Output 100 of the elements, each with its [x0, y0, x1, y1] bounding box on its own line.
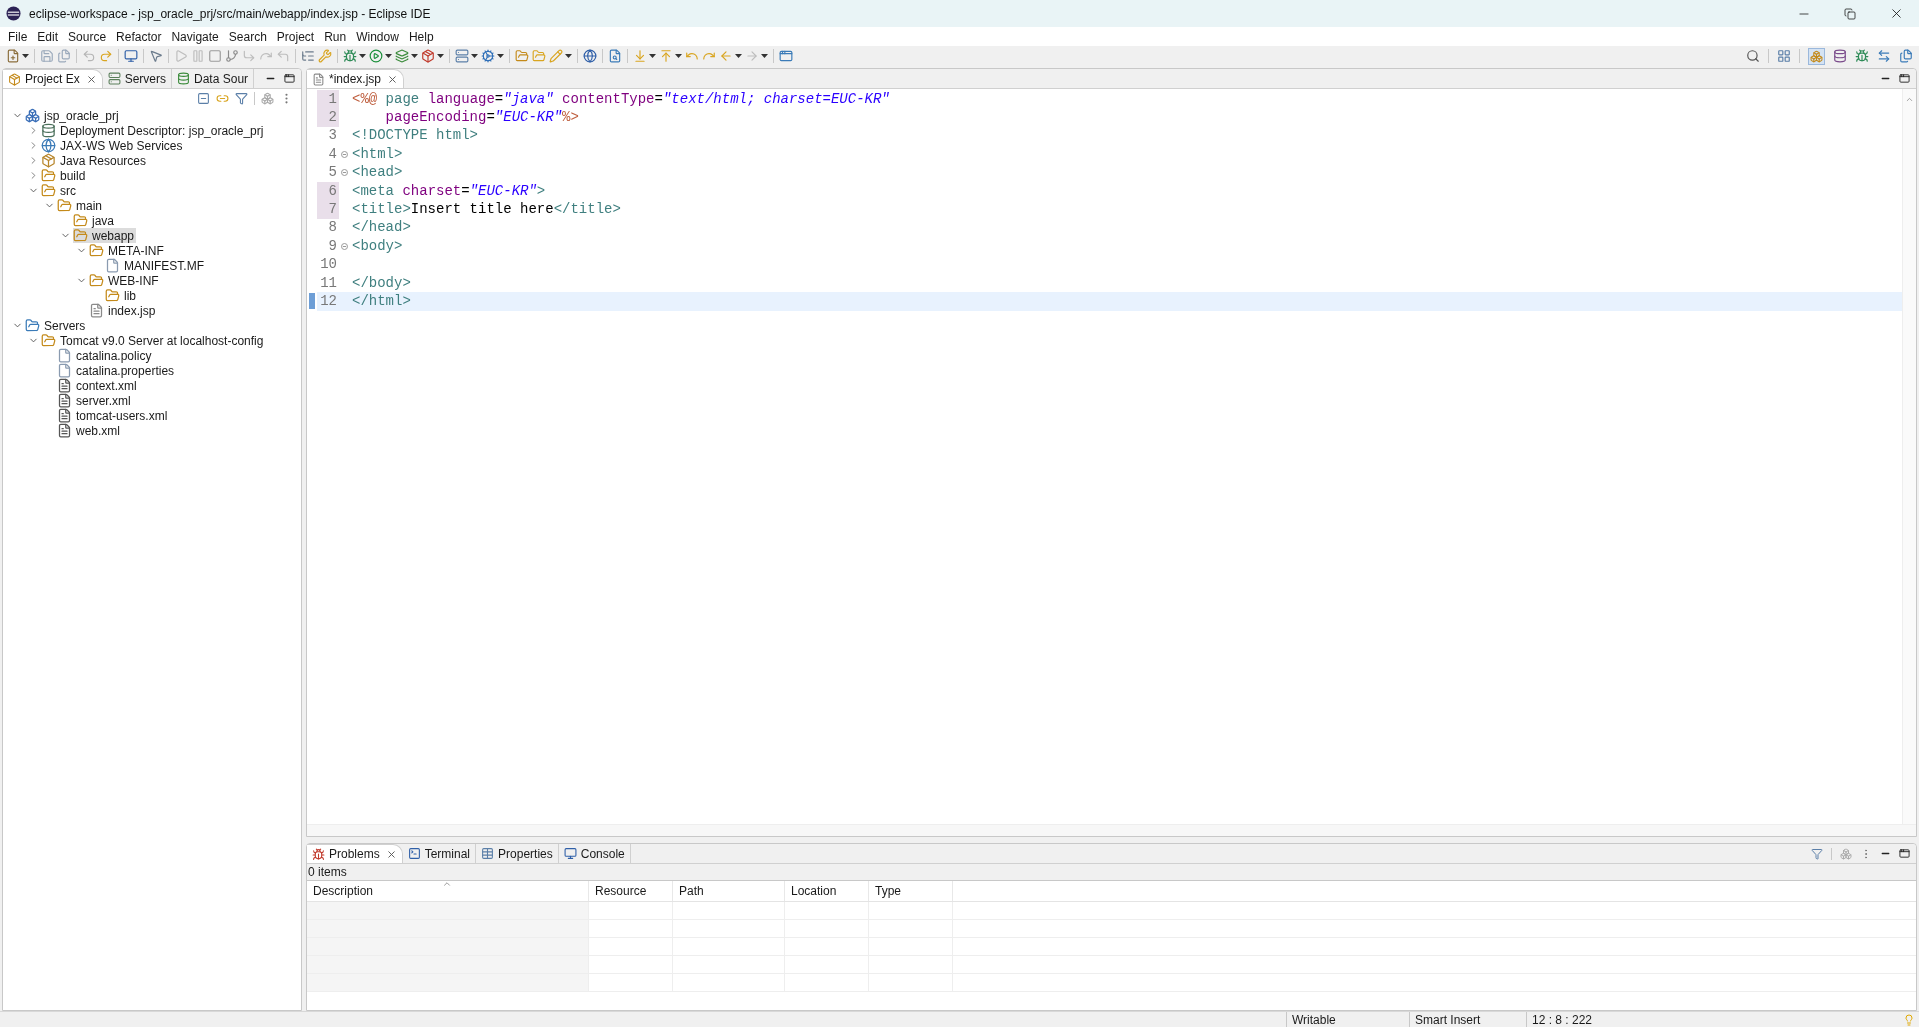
stop-icon[interactable] — [208, 49, 222, 63]
fold-icon[interactable] — [341, 242, 348, 250]
redo-icon[interactable] — [99, 49, 113, 63]
fold-icon[interactable] — [341, 150, 348, 158]
tree-item[interactable]: src — [41, 183, 78, 198]
caret-icon[interactable] — [649, 54, 656, 58]
open-folder-icon[interactable] — [532, 49, 546, 63]
column-header[interactable]: Description — [307, 881, 589, 901]
menu-item[interactable]: Navigate — [166, 27, 224, 46]
folder-icon[interactable] — [515, 49, 529, 63]
filter-icon[interactable] — [1811, 847, 1823, 860]
database-icon[interactable] — [1833, 49, 1847, 63]
step-into-icon[interactable] — [242, 49, 256, 63]
column-header[interactable]: Path — [673, 881, 785, 901]
menu-item[interactable]: File — [3, 27, 33, 46]
tree-item[interactable]: server.xml — [57, 393, 133, 408]
tree-item[interactable]: Servers — [25, 318, 88, 333]
scroll-up-icon[interactable] — [1905, 95, 1914, 104]
new-file-icon[interactable] — [6, 49, 20, 63]
step-return-icon[interactable] — [276, 49, 290, 63]
branch-icon[interactable] — [225, 49, 239, 63]
tree-item[interactable]: web.xml — [57, 423, 122, 438]
tree-item[interactable]: catalina.properties — [57, 363, 177, 378]
globe-icon[interactable] — [583, 49, 597, 63]
perspective-button[interactable] — [1808, 47, 1825, 65]
gear-icon[interactable] — [481, 49, 495, 63]
caret-icon[interactable] — [471, 54, 478, 58]
tree-item[interactable]: MANIFEST.MF — [105, 258, 206, 273]
tree-item[interactable]: Java Resources — [41, 153, 149, 168]
tree-item[interactable]: JAX-WS Web Services — [41, 138, 185, 153]
tree-item[interactable]: build — [41, 168, 88, 183]
file-search-icon[interactable] — [608, 49, 622, 63]
collapse-all-icon[interactable] — [197, 91, 210, 105]
tree-item[interactable]: catalina.policy — [57, 348, 154, 363]
column-header[interactable]: Type — [869, 881, 953, 901]
fold-icon[interactable] — [341, 169, 348, 177]
close-icon[interactable] — [387, 73, 399, 85]
panel-tab[interactable]: Project Ex — [3, 69, 103, 88]
caret-icon[interactable] — [675, 54, 682, 58]
caret-icon[interactable] — [565, 54, 572, 58]
open-perspective-icon[interactable] — [1777, 49, 1791, 63]
tree-item[interactable]: lib — [105, 288, 138, 303]
pointer-icon[interactable] — [149, 49, 163, 63]
column-header[interactable]: Resource — [589, 881, 673, 901]
menu-item[interactable]: Source — [63, 27, 112, 46]
restore-icon[interactable] — [1844, 7, 1856, 20]
caret-icon[interactable] — [761, 54, 768, 58]
monitor-icon[interactable] — [124, 49, 138, 63]
panel-tab[interactable]: *index.jsp — [307, 69, 405, 88]
tree-item[interactable]: main — [57, 198, 104, 213]
tree-item[interactable]: Tomcat v9.0 Server at localhost-config — [41, 333, 266, 348]
caret-icon[interactable] — [735, 54, 742, 58]
menu-item[interactable]: Help — [403, 27, 439, 46]
tree-item[interactable]: tomcat-users.xml — [57, 408, 170, 423]
undo-icon[interactable] — [82, 49, 96, 63]
close-icon[interactable] — [85, 73, 97, 85]
sort-icon[interactable] — [442, 879, 452, 889]
tree-item[interactable]: webapp — [73, 228, 137, 243]
bug-icon[interactable] — [1855, 49, 1869, 63]
boxes-icon[interactable] — [261, 91, 274, 105]
maximize-icon[interactable] — [1899, 73, 1910, 84]
search-icon[interactable] — [1746, 49, 1760, 63]
menu-item[interactable]: Search — [223, 27, 272, 46]
window-icon[interactable] — [779, 49, 793, 63]
filter-icon[interactable] — [235, 91, 248, 105]
panel-tab[interactable]: Problems — [307, 844, 403, 863]
bug-icon[interactable] — [343, 49, 357, 63]
file-icon — [312, 72, 325, 86]
menu-item[interactable]: Edit — [32, 27, 64, 46]
tree-item[interactable]: context.xml — [57, 378, 139, 393]
caret-icon[interactable] — [385, 54, 392, 58]
save-all-icon[interactable] — [57, 49, 71, 63]
wrench-icon[interactable] — [318, 49, 332, 63]
tree-item[interactable]: java — [73, 213, 116, 228]
tree-item[interactable]: index.jsp — [89, 303, 158, 318]
tree-item[interactable]: WEB-INF — [89, 273, 161, 288]
caret-icon[interactable] — [359, 54, 366, 58]
maximize-icon[interactable] — [284, 73, 295, 84]
tree-item[interactable]: META-INF — [89, 243, 166, 258]
menu-item[interactable]: Project — [271, 27, 320, 46]
caret-icon[interactable] — [411, 54, 418, 58]
caret-icon[interactable] — [22, 54, 29, 58]
caret-icon[interactable] — [497, 54, 504, 58]
menu-item[interactable]: Refactor — [111, 27, 167, 46]
save-icon[interactable] — [40, 49, 54, 63]
files-icon[interactable] — [1899, 49, 1913, 63]
caret-icon[interactable] — [437, 54, 444, 58]
arrows-icon[interactable] — [1877, 49, 1891, 63]
maximize-icon[interactable] — [1899, 848, 1910, 859]
boxes-icon[interactable] — [1840, 847, 1852, 860]
lightbulb-icon[interactable] — [1903, 1013, 1915, 1026]
menu-item[interactable]: Window — [351, 27, 404, 46]
tree-item[interactable]: jsp_oracle_prj — [25, 108, 121, 123]
run-icon[interactable] — [369, 49, 383, 63]
close-icon[interactable] — [385, 848, 397, 860]
tree-item[interactable]: Deployment Descriptor: jsp_oracle_prj — [41, 123, 266, 138]
menu-item[interactable]: Run — [319, 27, 352, 46]
column-header[interactable]: Location — [785, 881, 869, 901]
play-icon[interactable] — [174, 49, 188, 63]
list-icon[interactable] — [301, 49, 315, 63]
